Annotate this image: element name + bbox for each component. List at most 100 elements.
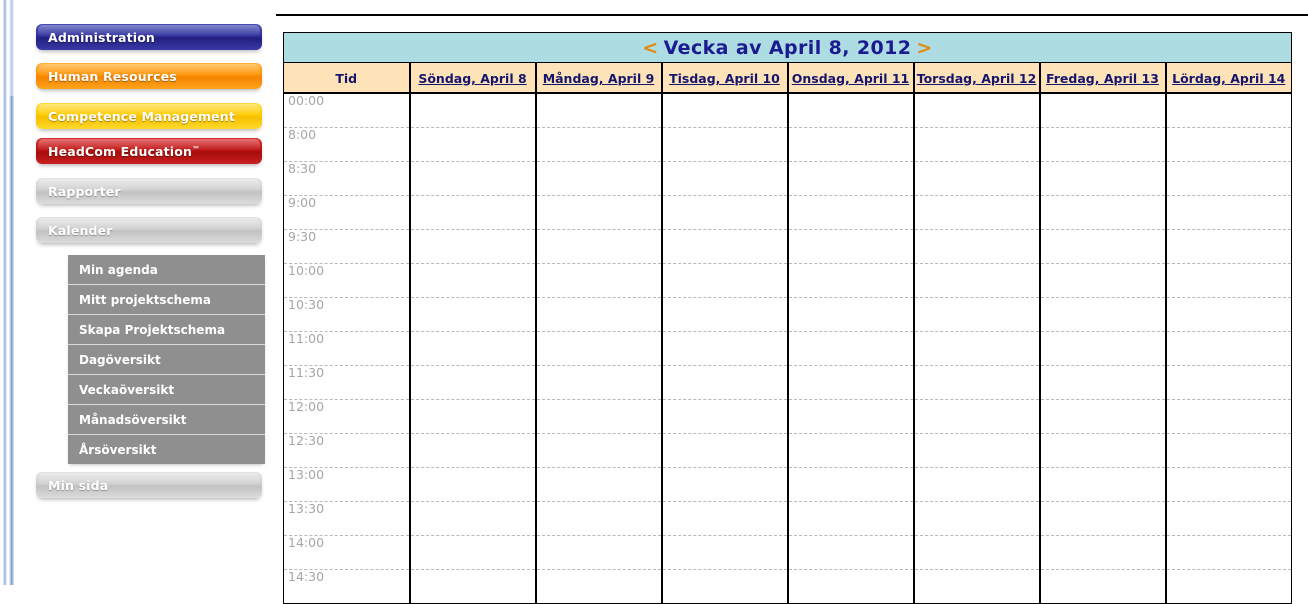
calendar-slot-cell[interactable]	[787, 93, 915, 128]
calendar-slot-cell[interactable]	[1165, 297, 1292, 332]
calendar-slot-cell[interactable]	[913, 161, 1041, 196]
calendar-slot-cell[interactable]	[535, 93, 663, 128]
calendar-slot-cell[interactable]	[1039, 433, 1167, 468]
calendar-slot-cell[interactable]	[661, 467, 789, 502]
calendar-slot-cell[interactable]	[661, 569, 789, 604]
calendar-slot-cell[interactable]	[1165, 161, 1292, 196]
calendar-slot-cell[interactable]	[409, 467, 537, 502]
prev-week-arrow[interactable]: <	[637, 37, 663, 59]
calendar-slot-cell[interactable]	[787, 501, 915, 536]
calendar-slot-cell[interactable]	[661, 365, 789, 400]
next-week-arrow[interactable]: >	[911, 37, 937, 59]
calendar-slot-cell[interactable]	[1039, 161, 1167, 196]
calendar-slot-cell[interactable]	[1039, 365, 1167, 400]
calendar-slot-cell[interactable]	[1039, 297, 1167, 332]
calendar-slot-cell[interactable]	[535, 195, 663, 230]
calendar-slot-cell[interactable]	[913, 365, 1041, 400]
calendar-slot-cell[interactable]	[535, 365, 663, 400]
calendar-slot-cell[interactable]	[1165, 331, 1292, 366]
column-header-wednesday[interactable]: Onsdag, April 11	[787, 62, 915, 94]
calendar-slot-cell[interactable]	[787, 229, 915, 264]
calendar-slot-cell[interactable]	[1039, 399, 1167, 434]
calendar-slot-cell[interactable]	[661, 297, 789, 332]
calendar-slot-cell[interactable]	[535, 501, 663, 536]
calendar-slot-cell[interactable]	[913, 127, 1041, 162]
calendar-slot-cell[interactable]	[661, 331, 789, 366]
calendar-slot-cell[interactable]	[1039, 467, 1167, 502]
sidebar-item-kalender[interactable]: Kalender	[36, 217, 262, 243]
column-header-monday[interactable]: Måndag, April 9	[535, 62, 663, 94]
calendar-slot-cell[interactable]	[661, 195, 789, 230]
calendar-slot-cell[interactable]	[787, 127, 915, 162]
sidebar-item-rapporter[interactable]: Rapporter	[36, 178, 262, 204]
calendar-slot-cell[interactable]	[913, 433, 1041, 468]
calendar-slot-cell[interactable]	[535, 569, 663, 604]
calendar-slot-cell[interactable]	[1039, 263, 1167, 298]
calendar-slot-cell[interactable]	[787, 195, 915, 230]
column-header-sunday[interactable]: Söndag, April 8	[409, 62, 537, 94]
calendar-slot-cell[interactable]	[913, 297, 1041, 332]
calendar-slot-cell[interactable]	[787, 263, 915, 298]
calendar-slot-cell[interactable]	[409, 535, 537, 570]
calendar-slot-cell[interactable]	[787, 331, 915, 366]
calendar-slot-cell[interactable]	[535, 467, 663, 502]
sidebar-subitem-min-agenda[interactable]: Min agenda	[68, 255, 265, 285]
calendar-slot-cell[interactable]	[1039, 93, 1167, 128]
calendar-slot-cell[interactable]	[535, 399, 663, 434]
calendar-slot-cell[interactable]	[1039, 535, 1167, 570]
column-header-link[interactable]: Måndag, April 9	[543, 71, 655, 86]
calendar-slot-cell[interactable]	[787, 297, 915, 332]
calendar-slot-cell[interactable]	[661, 433, 789, 468]
calendar-slot-cell[interactable]	[787, 399, 915, 434]
sidebar-item-headcom-education[interactable]: HeadCom Education™	[36, 138, 262, 164]
calendar-slot-cell[interactable]	[913, 195, 1041, 230]
calendar-slot-cell[interactable]	[913, 331, 1041, 366]
sidebar-subitem-manadsoversikt[interactable]: Månadsöversikt	[68, 405, 265, 435]
calendar-slot-cell[interactable]	[787, 365, 915, 400]
sidebar-subitem-arsoversikt[interactable]: Årsöversikt	[68, 435, 265, 464]
calendar-slot-cell[interactable]	[913, 501, 1041, 536]
calendar-slot-cell[interactable]	[1165, 229, 1292, 264]
calendar-slot-cell[interactable]	[661, 535, 789, 570]
sidebar-subitem-veckaoversikt[interactable]: Veckaöversikt	[68, 375, 265, 405]
calendar-slot-cell[interactable]	[1165, 467, 1292, 502]
calendar-slot-cell[interactable]	[535, 229, 663, 264]
calendar-slot-cell[interactable]	[535, 161, 663, 196]
calendar-slot-cell[interactable]	[1165, 365, 1292, 400]
column-header-link[interactable]: Onsdag, April 11	[792, 71, 910, 86]
calendar-slot-cell[interactable]	[409, 569, 537, 604]
calendar-slot-cell[interactable]	[1039, 501, 1167, 536]
calendar-slot-cell[interactable]	[787, 433, 915, 468]
calendar-slot-cell[interactable]	[409, 399, 537, 434]
calendar-slot-cell[interactable]	[787, 467, 915, 502]
calendar-slot-cell[interactable]	[1165, 501, 1292, 536]
calendar-slot-cell[interactable]	[409, 297, 537, 332]
sidebar-subitem-dagoversikt[interactable]: Dagöversikt	[68, 345, 265, 375]
calendar-slot-cell[interactable]	[787, 161, 915, 196]
column-header-friday[interactable]: Fredag, April 13	[1039, 62, 1167, 94]
calendar-slot-cell[interactable]	[409, 501, 537, 536]
calendar-slot-cell[interactable]	[409, 433, 537, 468]
calendar-slot-cell[interactable]	[1165, 535, 1292, 570]
column-header-link[interactable]: Lördag, April 14	[1172, 71, 1285, 86]
calendar-slot-cell[interactable]	[1165, 127, 1292, 162]
calendar-slot-cell[interactable]	[1039, 229, 1167, 264]
column-header-thursday[interactable]: Torsdag, April 12	[913, 62, 1041, 94]
calendar-slot-cell[interactable]	[661, 229, 789, 264]
calendar-slot-cell[interactable]	[409, 365, 537, 400]
calendar-slot-cell[interactable]	[913, 467, 1041, 502]
calendar-slot-cell[interactable]	[1165, 433, 1292, 468]
calendar-slot-cell[interactable]	[535, 297, 663, 332]
calendar-slot-cell[interactable]	[787, 569, 915, 604]
column-header-link[interactable]: Fredag, April 13	[1046, 71, 1159, 86]
calendar-slot-cell[interactable]	[1039, 127, 1167, 162]
calendar-slot-cell[interactable]	[661, 93, 789, 128]
calendar-slot-cell[interactable]	[535, 535, 663, 570]
calendar-slot-cell[interactable]	[409, 93, 537, 128]
calendar-slot-cell[interactable]	[661, 501, 789, 536]
calendar-slot-cell[interactable]	[913, 569, 1041, 604]
calendar-slot-cell[interactable]	[409, 263, 537, 298]
calendar-slot-cell[interactable]	[1165, 399, 1292, 434]
calendar-slot-cell[interactable]	[409, 229, 537, 264]
calendar-slot-cell[interactable]	[535, 263, 663, 298]
